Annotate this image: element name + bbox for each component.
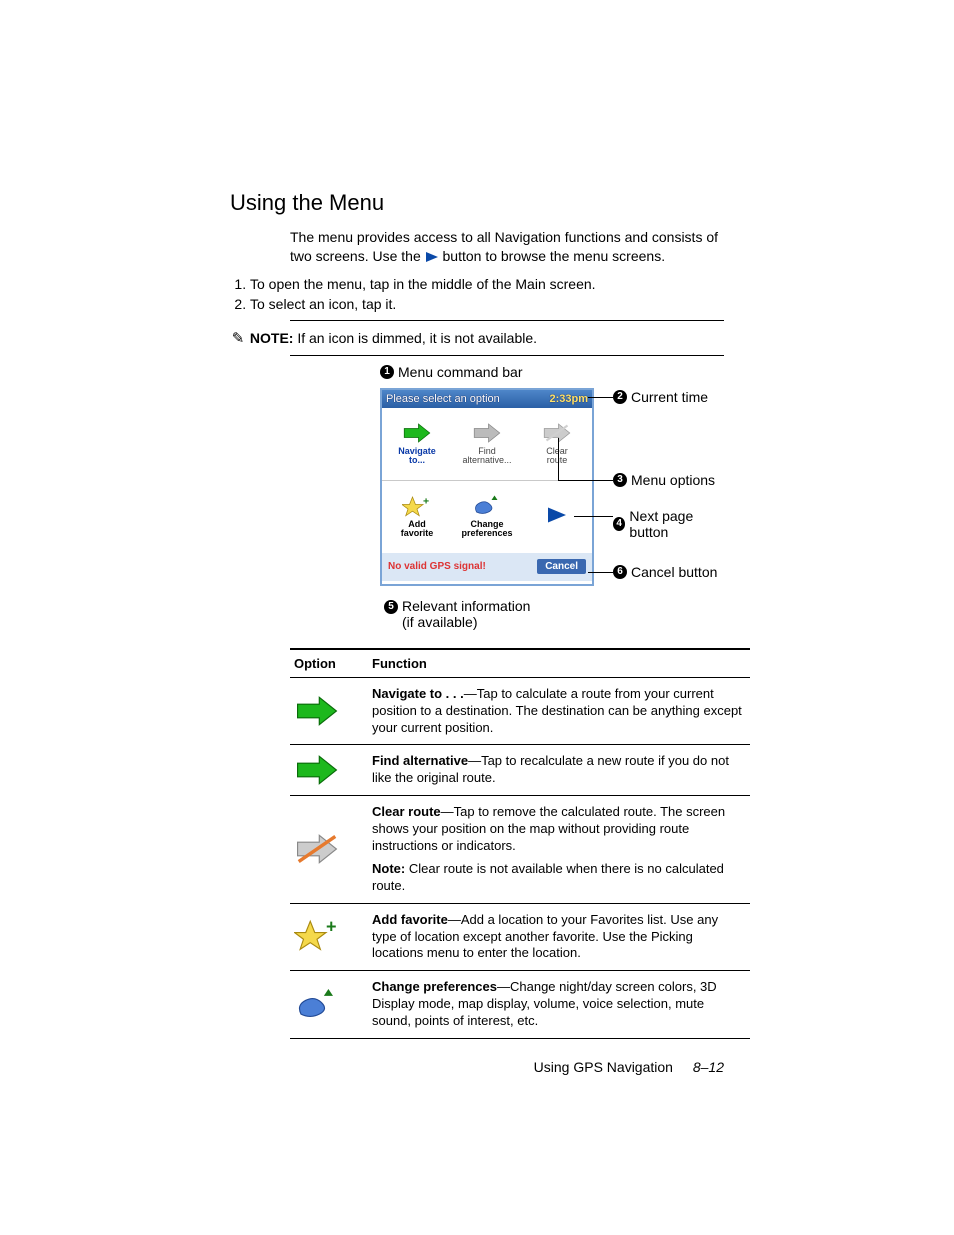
row-bold: Change preferences [372, 979, 497, 994]
callout-1: 1 Menu command bar [380, 364, 523, 380]
footer-page: 8–12 [693, 1059, 724, 1075]
callout-3: 3Menu options [613, 472, 715, 488]
row-bold: Clear route [372, 804, 441, 819]
row-icon-navigate [290, 677, 368, 745]
screen-title-text: Please select an option [386, 393, 500, 405]
row-bold: Navigate to . . . [372, 686, 464, 701]
row-func: Change preferences—Change night/day scre… [368, 971, 750, 1039]
icon-find-alternative[interactable]: Find alternative... [452, 408, 522, 480]
intro-paragraph: The menu provides access to all Navigati… [290, 228, 724, 266]
divider [290, 355, 724, 356]
table-row: Clear route—Tap to remove the calculated… [290, 796, 750, 903]
table-row: Navigate to . . .—Tap to calculate a rou… [290, 677, 750, 745]
intro-text-b: button to browse the menu screens. [443, 248, 666, 264]
row-func: Navigate to . . .—Tap to calculate a rou… [368, 677, 750, 745]
icon-change-preferences[interactable]: Change preferences [452, 481, 522, 553]
cancel-button[interactable]: Cancel [537, 559, 586, 574]
table-row: Find alternative—Tap to recalculate a ne… [290, 745, 750, 796]
leader-2 [588, 397, 613, 398]
figure: 1 Menu command bar Please select an opti… [290, 368, 724, 648]
label-clear-route: Clear route [546, 447, 568, 466]
screen-row-2: + Add favorite Change preferences [382, 481, 592, 553]
screen-titlebar: Please select an option 2:33pm [382, 390, 592, 408]
icon-next-page[interactable] [522, 481, 592, 553]
callout-3-text: Menu options [631, 472, 715, 488]
row-icon-prefs [290, 971, 368, 1039]
page-heading: Using the Menu [230, 190, 724, 216]
note-label: NOTE: [250, 330, 294, 346]
screen-status-bar: No valid GPS signal! Cancel [382, 553, 592, 581]
row-func: Add favorite—Add a location to your Favo… [368, 903, 750, 971]
icon-navigate-to[interactable]: Navigate to... [382, 408, 452, 480]
divider [290, 320, 724, 321]
th-function: Function [368, 649, 750, 678]
svg-text:+: + [326, 919, 337, 937]
callout-num-1: 1 [380, 365, 394, 379]
row-bold: Add favorite [372, 912, 448, 927]
label-find-alternative: Find alternative... [462, 447, 511, 466]
leader-6 [588, 572, 613, 573]
callout-2-text: Current time [631, 389, 708, 405]
label-navigate-to: Navigate to... [398, 447, 436, 466]
label-change-preferences: Change preferences [461, 520, 512, 539]
label-add-favorite: Add favorite [401, 520, 434, 539]
step-1: To open the menu, tap in the middle of t… [250, 276, 724, 292]
callout-5-text: Relevant information (if available) [402, 598, 530, 630]
callout-6: 6Cancel button [613, 564, 717, 580]
th-option: Option [290, 649, 368, 678]
gps-status: No valid GPS signal! [388, 561, 486, 572]
step-2: To select an icon, tap it. [250, 296, 724, 312]
callout-5: 5Relevant information (if available) [384, 598, 530, 630]
device-screenshot: Please select an option 2:33pm Navigate … [380, 388, 594, 586]
screen-row-1: Navigate to... Find alternative... Clear… [382, 408, 592, 481]
steps-list: To open the menu, tap in the middle of t… [230, 276, 724, 312]
note-icon: ✎ [230, 329, 246, 347]
leader-4 [574, 516, 613, 517]
callout-1-text: Menu command bar [398, 364, 523, 380]
leader-3v [558, 438, 559, 480]
row-func: Find alternative—Tap to recalculate a ne… [368, 745, 750, 796]
row-icon-clear [290, 796, 368, 903]
row-icon-findalt [290, 745, 368, 796]
row-note-text: Clear route is not available when there … [372, 861, 724, 893]
svg-text:+: + [423, 495, 429, 507]
callout-6-text: Cancel button [631, 564, 717, 580]
row-bold: Find alternative [372, 753, 468, 768]
callout-2: 2Current time [613, 389, 708, 405]
callout-4: 4Next page button [613, 508, 724, 540]
table-row: Change preferences—Change night/day scre… [290, 971, 750, 1039]
table-row: + Add favorite—Add a location to your Fa… [290, 903, 750, 971]
options-table: Option Function Navigate to . . .—Tap to… [290, 648, 750, 1039]
screen-time: 2:33pm [549, 390, 588, 408]
row-icon-addfav: + [290, 903, 368, 971]
note-text: If an icon is dimmed, it is not availabl… [297, 330, 537, 346]
page-footer: Using GPS Navigation 8–12 [534, 1059, 724, 1075]
leader-3h [558, 480, 613, 481]
footer-chapter: Using GPS Navigation [534, 1059, 673, 1075]
callout-4-text: Next page button [629, 508, 724, 540]
icon-add-favorite[interactable]: + Add favorite [382, 481, 452, 553]
row-func: Clear route—Tap to remove the calculated… [368, 796, 750, 903]
row-note-bold: Note: [372, 861, 405, 876]
icon-clear-route[interactable]: Clear route [522, 408, 592, 480]
note-line: ✎ NOTE: If an icon is dimmed, it is not … [230, 329, 724, 347]
play-icon [425, 251, 439, 263]
